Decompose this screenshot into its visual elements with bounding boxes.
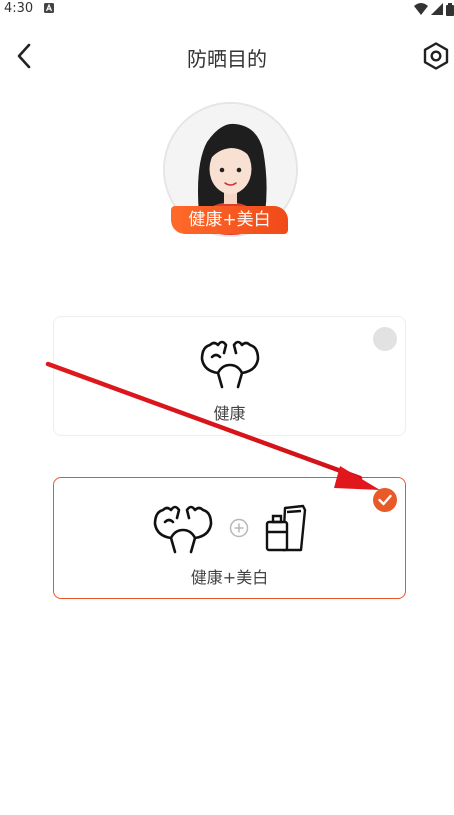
- header: 防晒目的: [0, 28, 454, 84]
- wifi-icon: [414, 3, 428, 15]
- status-icons: [414, 2, 454, 16]
- muscle-arms-icon: [153, 505, 212, 554]
- option-health-icons: [54, 337, 405, 389]
- status-time: 4:30: [4, 1, 34, 16]
- option-both-icons: [54, 502, 405, 554]
- option-health-whitening-card[interactable]: 健康+美白: [53, 477, 406, 599]
- status-bar: 4:30: [0, 0, 454, 18]
- muscle-arms-icon: [200, 340, 259, 389]
- option-both-radio[interactable]: [373, 488, 397, 512]
- avatar: 健康+美白: [163, 102, 298, 237]
- notification-a-icon: [44, 3, 54, 13]
- option-both-label: 健康+美白: [190, 568, 269, 587]
- page-title: 防晒目的: [187, 47, 267, 71]
- cosmetics-bottle-icon: [265, 504, 306, 552]
- avatar-badge: 健康+美白: [171, 206, 288, 234]
- option-health-radio[interactable]: [373, 327, 397, 351]
- option-health-label: 健康: [213, 404, 246, 423]
- battery-icon: [446, 2, 454, 16]
- signal-icon: [431, 3, 443, 15]
- settings-hex-icon: [423, 42, 449, 70]
- option-health-card[interactable]: 健康: [53, 316, 406, 436]
- settings-button[interactable]: [420, 40, 452, 72]
- plus-circle-icon: [229, 518, 248, 538]
- checkmark-icon: [378, 494, 392, 506]
